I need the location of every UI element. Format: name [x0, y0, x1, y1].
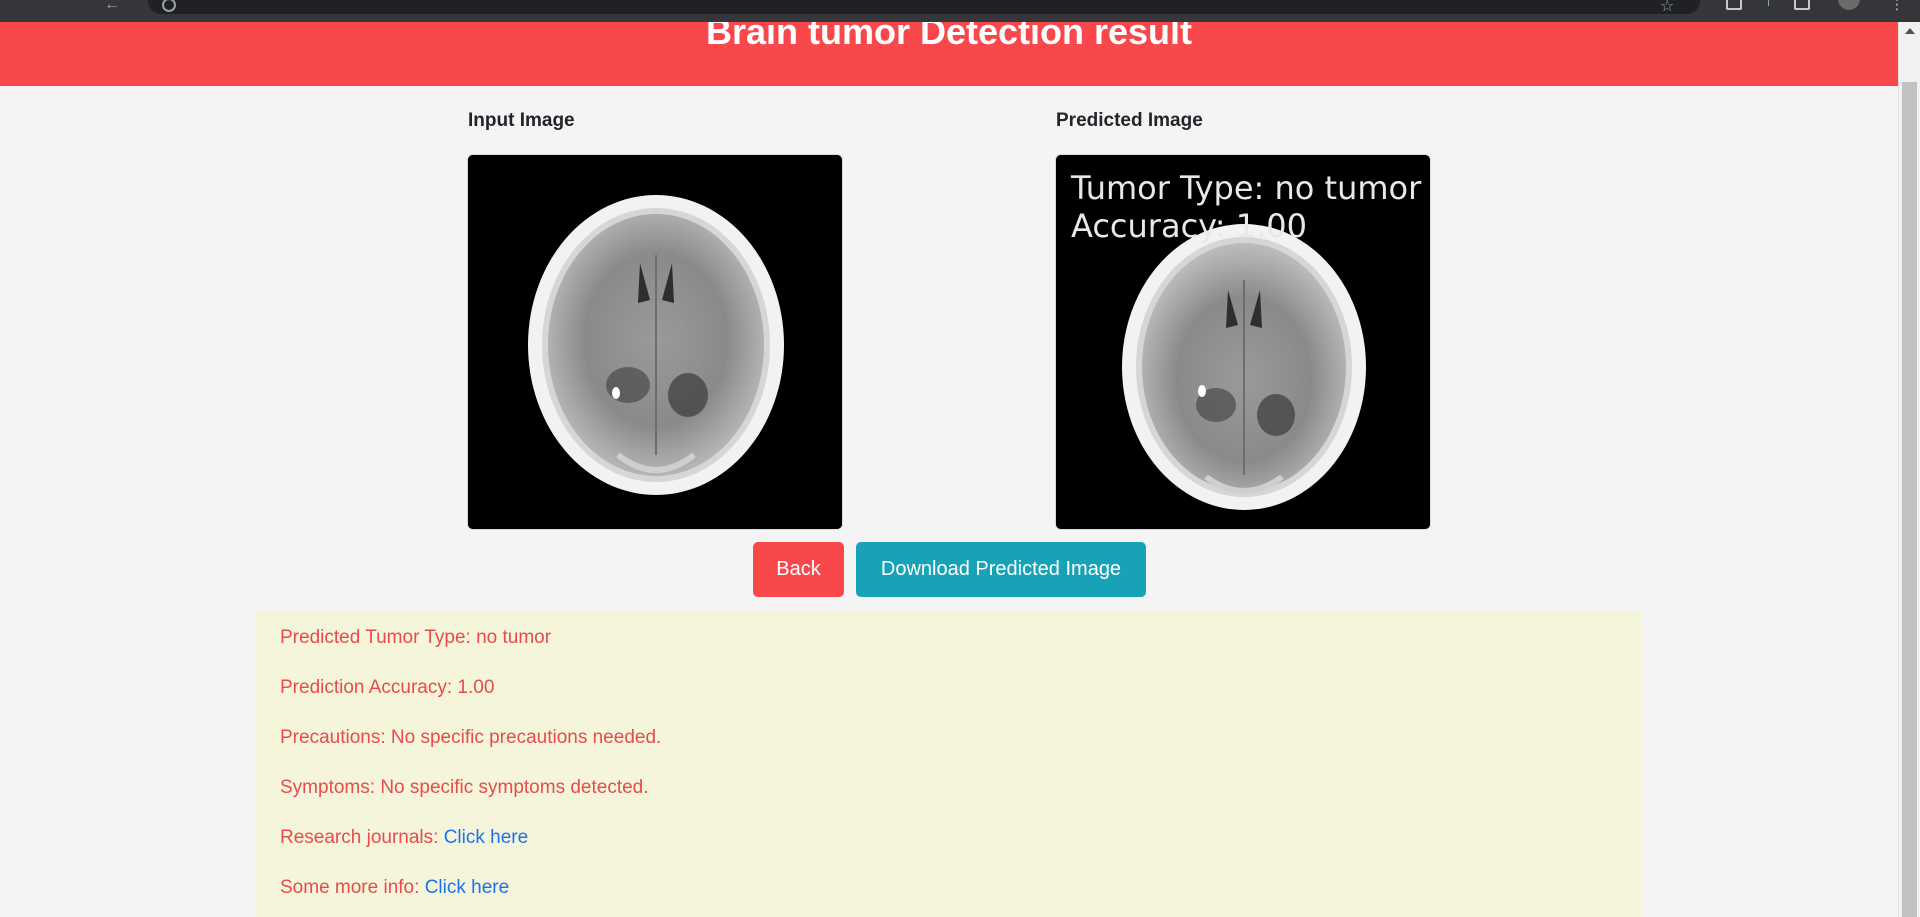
- symptoms-label: Symptoms:: [280, 777, 376, 798]
- back-button[interactable]: Back: [753, 542, 844, 597]
- more-info-line: Some more info: Click here: [280, 877, 509, 899]
- vertical-scrollbar[interactable]: [1898, 22, 1920, 917]
- results-panel: Predicted Tumor Type: no tumor Predictio…: [256, 611, 1642, 917]
- research-journals-link[interactable]: Click here: [444, 827, 528, 848]
- menu-kebab-icon[interactable]: ⋮: [1890, 0, 1904, 13]
- accuracy-label: Prediction Accuracy:: [280, 677, 453, 698]
- tumor-type-label: Predicted Tumor Type:: [280, 627, 471, 648]
- precautions-value: No specific precautions needed.: [390, 727, 662, 748]
- profile-avatar[interactable]: [1838, 0, 1860, 10]
- tumor-type-line: Predicted Tumor Type: no tumor: [280, 627, 551, 649]
- browser-back-icon[interactable]: ←: [104, 0, 124, 13]
- tumor-type-value: no tumor: [476, 627, 552, 648]
- toolbar-divider: [1768, 0, 1769, 6]
- research-journals-line: Research journals: Click here: [280, 827, 528, 849]
- accuracy-value: 1.00: [457, 677, 495, 698]
- extensions-puzzle-icon[interactable]: [1794, 0, 1810, 10]
- symptoms-value: No specific symptoms detected.: [380, 777, 649, 798]
- bookmark-star-icon[interactable]: ☆: [1660, 0, 1674, 16]
- overlay-tumor-type: Tumor Type: no tumor: [1071, 169, 1422, 207]
- precautions-label: Precautions:: [280, 727, 386, 748]
- scroll-up-arrow-icon[interactable]: [1905, 28, 1915, 34]
- site-info-icon[interactable]: [162, 0, 176, 12]
- download-predicted-image-button[interactable]: Download Predicted Image: [856, 542, 1146, 597]
- precautions-line: Precautions: No specific precautions nee…: [280, 727, 661, 749]
- brain-ct-scan-image: [468, 155, 842, 529]
- more-info-link[interactable]: Click here: [425, 877, 509, 898]
- input-image: [467, 154, 843, 530]
- extension-icon[interactable]: [1726, 0, 1742, 10]
- symptoms-line: Symptoms: No specific symptoms detected.: [280, 777, 649, 799]
- research-journals-label: Research journals:: [280, 827, 439, 848]
- predicted-image-label: Predicted Image: [1056, 110, 1203, 131]
- predicted-image: Tumor Type: no tumor Accuracy: 1.00: [1055, 154, 1431, 530]
- more-info-label: Some more info:: [280, 877, 420, 898]
- accuracy-line: Prediction Accuracy: 1.00: [280, 677, 494, 699]
- overlay-accuracy: Accuracy: 1.00: [1071, 207, 1307, 245]
- address-bar[interactable]: [148, 0, 1700, 14]
- scrollbar-thumb[interactable]: [1902, 82, 1917, 917]
- input-image-label: Input Image: [468, 110, 575, 131]
- browser-chrome: ← ☆ ⋮: [0, 0, 1920, 22]
